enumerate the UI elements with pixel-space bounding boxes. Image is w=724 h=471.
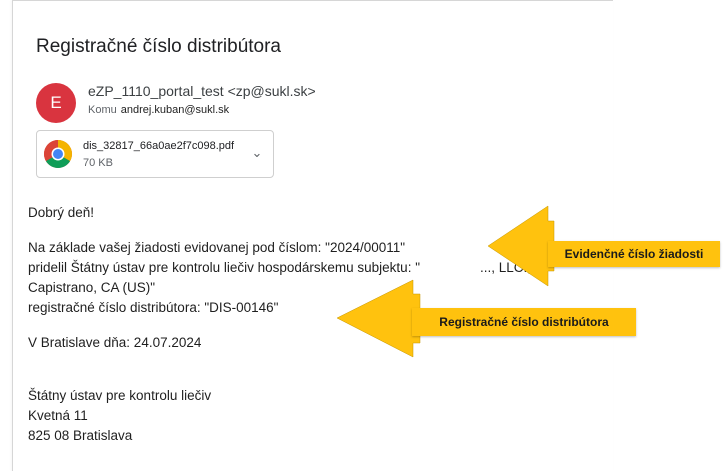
chrome-icon	[44, 140, 72, 168]
to-label: Komu	[88, 104, 117, 116]
signature-line-2: Kvetná 11	[28, 408, 88, 423]
recipient-line: Komu andrej.kuban@sukl.sk	[88, 104, 229, 116]
body-line-issuer-text: pridelil Štátny ústav pre kontrolu lieči…	[28, 260, 420, 275]
callout-registracne-cislo: Registračné číslo distribútora	[412, 308, 636, 336]
email-subject: Registračné číslo distribútora	[36, 36, 281, 57]
attachment-card[interactable]: dis_32817_66a0ae2f7c098.pdf 70 KB ⌄	[36, 130, 274, 178]
body-date-line: V Bratislave dňa: 24.07.2024	[28, 335, 202, 350]
body-line-location: Capistrano, CA (US)"	[28, 280, 156, 295]
signature-line-1: Štátny ústav pre kontrolu liečiv	[28, 388, 212, 403]
sender-avatar[interactable]: E	[36, 83, 76, 123]
recipient-address[interactable]: andrej.kuban@sukl.sk	[121, 104, 229, 116]
callout-evidencne-cislo: Evidenčné číslo žiadosti	[548, 241, 720, 267]
sender-from[interactable]: eZP_1110_portal_test <zp@sukl.sk>	[88, 83, 316, 99]
greeting: Dobrý deň!	[28, 205, 95, 220]
body-line-request-number: Na základe vašej žiadosti evidovanej pod…	[28, 240, 406, 255]
body-line-issuer-tail: ..., LLC., ,	[480, 260, 539, 275]
chevron-down-icon[interactable]: ⌄	[249, 145, 265, 161]
body-line-registration-number: registračné číslo distribútora: "DIS-001…	[28, 300, 279, 315]
attachment-size: 70 KB	[83, 157, 113, 169]
attachment-filename: dis_32817_66a0ae2f7c098.pdf	[83, 140, 235, 152]
body-line-issuer: pridelil Štátny ústav pre kontrolu lieči…	[28, 260, 539, 275]
signature-line-3: 825 08 Bratislava	[28, 428, 133, 443]
